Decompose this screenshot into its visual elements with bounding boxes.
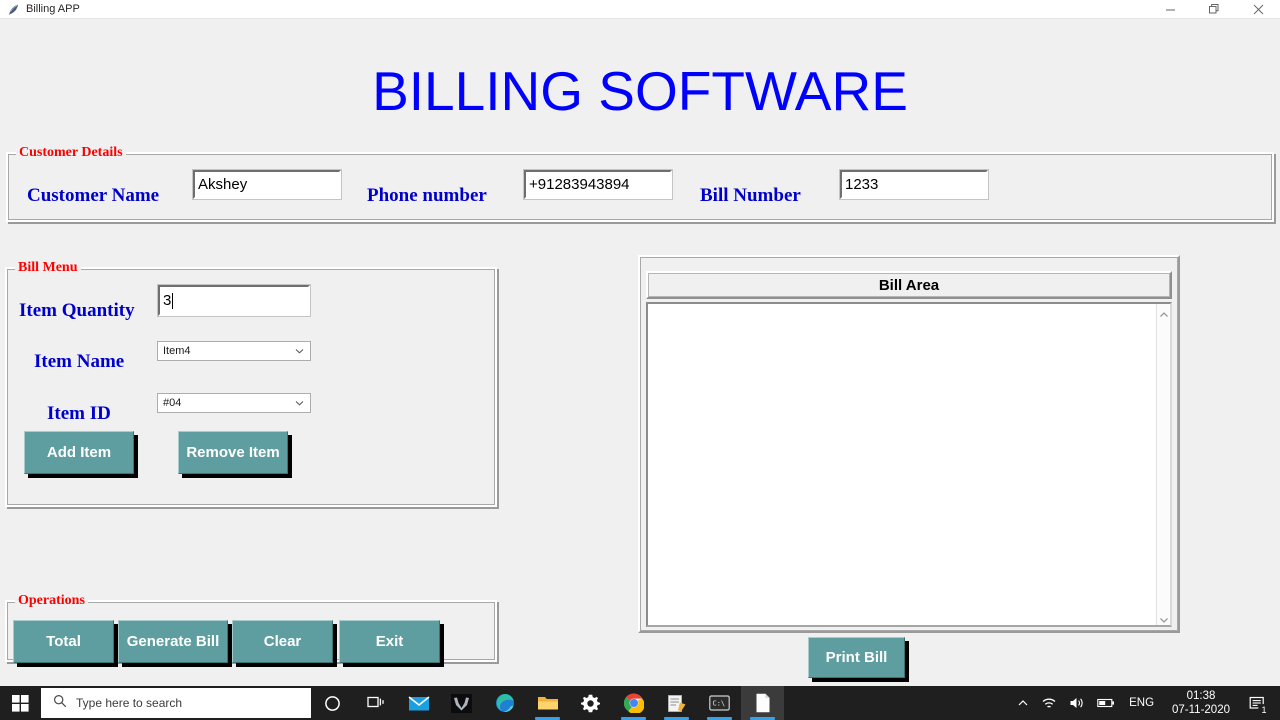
restore-button[interactable] <box>1192 0 1236 19</box>
exit-button[interactable]: Exit <box>339 620 440 663</box>
phone-number-input[interactable]: +91283943894 <box>523 169 673 200</box>
notification-count-badge: 1 <box>1258 704 1270 716</box>
system-tray: ENG 01:38 07-11-2020 1 <box>1011 686 1280 720</box>
task-view-icon[interactable] <box>354 686 397 720</box>
window-title: Billing APP <box>26 2 80 15</box>
bill-number-value: 1233 <box>845 176 879 193</box>
clear-button[interactable]: Clear <box>232 620 333 663</box>
svg-text:C:\: C:\ <box>713 700 726 708</box>
cortana-icon[interactable] <box>311 686 354 720</box>
terminal-icon[interactable]: C:\ <box>698 686 741 720</box>
operations-legend: Operations <box>15 593 88 609</box>
customer-details-legend: Customer Details <box>16 145 126 161</box>
page-title: BILLING SOFTWARE <box>372 60 908 122</box>
show-hidden-icons-chevron[interactable] <box>1011 686 1035 720</box>
customer-name-label: Customer Name <box>27 185 160 206</box>
python-app-icon[interactable] <box>741 686 784 720</box>
notifications-button[interactable]: 1 <box>1240 686 1274 720</box>
bill-area-scrollbar[interactable] <box>1156 304 1170 625</box>
add-item-button[interactable]: Add Item <box>24 431 134 474</box>
battery-icon[interactable] <box>1091 686 1121 720</box>
wifi-icon[interactable] <box>1035 686 1063 720</box>
search-placeholder: Type here to search <box>76 696 183 710</box>
settings-gear-icon[interactable] <box>569 686 612 720</box>
file-explorer-icon[interactable] <box>526 686 569 720</box>
text-caret <box>172 292 174 309</box>
item-name-value: Item4 <box>163 345 191 357</box>
chevron-down-icon <box>295 347 304 356</box>
start-button[interactable] <box>0 686 40 720</box>
chevron-down-icon <box>295 399 304 408</box>
bill-number-label: Bill Number <box>700 185 801 206</box>
item-name-label: Item Name <box>34 351 125 372</box>
item-name-dropdown[interactable]: Item4 <box>157 341 311 361</box>
total-button[interactable]: Total <box>13 620 114 663</box>
generate-bill-button[interactable]: Generate Bill <box>118 620 228 663</box>
search-icon <box>53 694 67 713</box>
application-window: BILLING SOFTWARE Customer Details Custom… <box>0 19 1280 686</box>
bill-area-textbox[interactable] <box>646 302 1172 627</box>
customer-name-input[interactable]: Akshey <box>192 169 342 200</box>
scroll-up-icon[interactable] <box>1158 307 1170 317</box>
close-button[interactable] <box>1236 0 1280 19</box>
item-quantity-input[interactable]: 3 <box>157 284 311 317</box>
item-id-value: #04 <box>163 397 182 409</box>
item-id-dropdown[interactable]: #04 <box>157 393 311 413</box>
item-quantity-label: Item Quantity <box>19 300 135 321</box>
mail-icon[interactable] <box>397 686 440 720</box>
clock-date: 07-11-2020 <box>1172 704 1230 716</box>
phone-number-label: Phone number <box>367 185 487 206</box>
bill-number-input[interactable]: 1233 <box>839 169 989 200</box>
notes-app-icon[interactable] <box>655 686 698 720</box>
predator-icon[interactable] <box>440 686 483 720</box>
scroll-down-icon[interactable] <box>1158 612 1170 623</box>
search-input[interactable]: Type here to search <box>41 688 311 718</box>
bill-menu-legend: Bill Menu <box>15 260 81 276</box>
window-title-bar: Billing APP <box>0 0 1280 19</box>
feather-icon <box>0 3 26 16</box>
clock[interactable]: 01:38 07-11-2020 <box>1162 686 1240 720</box>
language-indicator[interactable]: ENG <box>1121 697 1162 709</box>
minimize-button[interactable] <box>1148 0 1192 19</box>
volume-icon[interactable] <box>1063 686 1091 720</box>
remove-item-button[interactable]: Remove Item <box>178 431 288 474</box>
windows-taskbar: Type here to search C:\ ENG 01:38 07-11-… <box>0 686 1280 720</box>
edge-icon[interactable] <box>483 686 526 720</box>
item-id-label: Item ID <box>47 403 111 424</box>
print-bill-button[interactable]: Print Bill <box>808 637 905 678</box>
item-quantity-value: 3 <box>163 292 172 309</box>
clock-time: 01:38 <box>1186 690 1216 702</box>
customer-name-value: Akshey <box>198 176 248 193</box>
chrome-icon[interactable] <box>612 686 655 720</box>
bill-area-header: Bill Area <box>646 271 1172 299</box>
show-desktop-button[interactable] <box>1274 686 1280 720</box>
phone-number-value: +91283943894 <box>529 176 630 193</box>
